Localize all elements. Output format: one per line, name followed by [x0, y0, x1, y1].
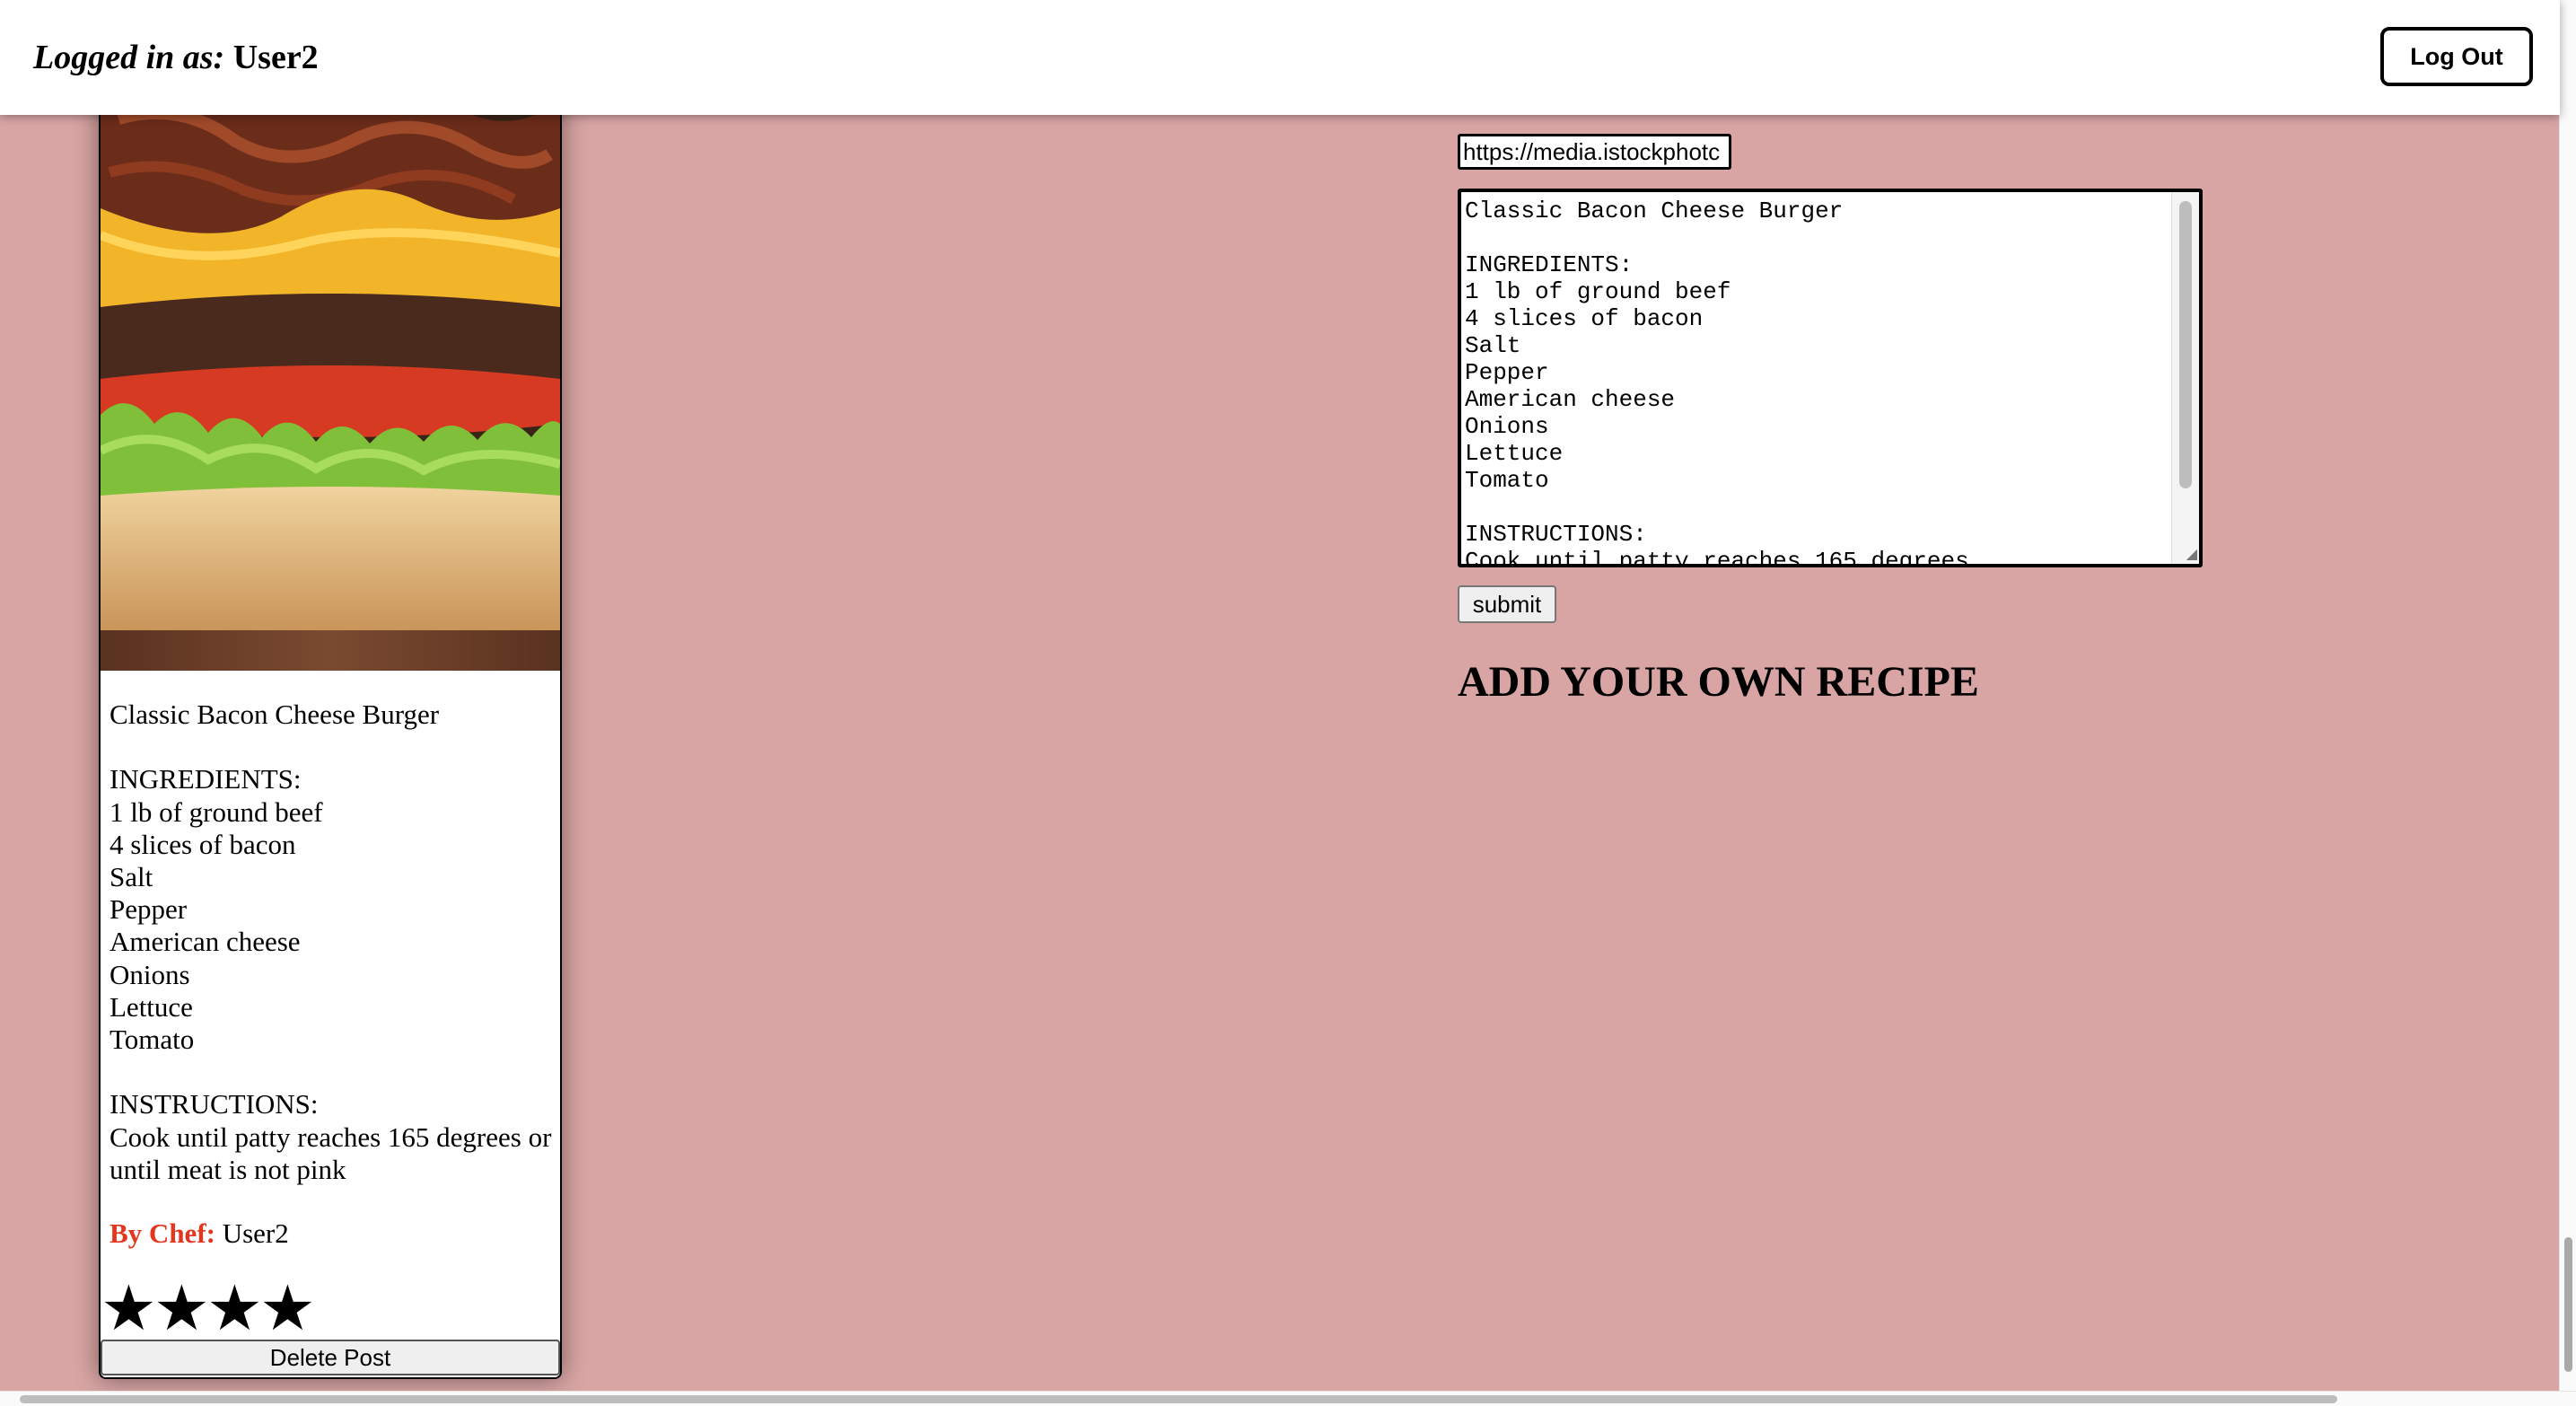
recipe-text: Classic Bacon Cheese Burger INGREDIENTS:… [110, 699, 552, 1185]
add-recipe-heading: ADD YOUR OWN RECIPE [1458, 658, 1979, 706]
textarea-scrollbar-thumb[interactable] [2179, 201, 2192, 488]
top-bar: Logged in as: User2 Log Out [0, 0, 2560, 115]
log-out-button[interactable]: Log Out [2380, 27, 2533, 86]
star-icon[interactable]: ★ [153, 1277, 210, 1340]
recipe-card: Classic Bacon Cheese Burger INGREDIENTS:… [99, 54, 562, 1379]
chef-credit: By Chef: User2 [110, 1216, 289, 1252]
star-icon[interactable]: ★ [206, 1277, 263, 1340]
horizontal-scrollbar[interactable] [0, 1391, 2576, 1406]
chef-name: User2 [222, 1217, 289, 1249]
recipe-textarea[interactable]: Classic Bacon Cheese Burger INGREDIENTS:… [1458, 189, 2203, 567]
delete-post-button[interactable]: Delete Post [101, 1340, 560, 1375]
submit-button[interactable]: submit [1458, 585, 1556, 623]
login-status: Logged in as: User2 [33, 34, 319, 81]
vertical-scrollbar[interactable] [2559, 0, 2576, 1392]
recipe-textarea-content: Classic Bacon Cheese Burger INGREDIENTS:… [1465, 198, 1969, 567]
star-icon[interactable]: ★ [259, 1277, 316, 1340]
star-icon[interactable]: ★ [101, 1277, 157, 1340]
horizontal-scrollbar-thumb[interactable] [20, 1395, 2337, 1403]
textarea-scrollbar[interactable] [2171, 192, 2199, 564]
star-rating: ★ ★ ★ ★ [101, 1277, 316, 1340]
chef-label: By Chef: [110, 1217, 215, 1249]
image-url-input[interactable]: https://media.istockphotc [1458, 134, 1731, 170]
resize-handle-icon[interactable]: ◢ [2181, 546, 2197, 562]
vertical-scrollbar-thumb[interactable] [2564, 1237, 2572, 1372]
recipe-image [101, 56, 560, 671]
current-username: User2 [232, 39, 319, 76]
login-label: Logged in as: [33, 39, 225, 76]
